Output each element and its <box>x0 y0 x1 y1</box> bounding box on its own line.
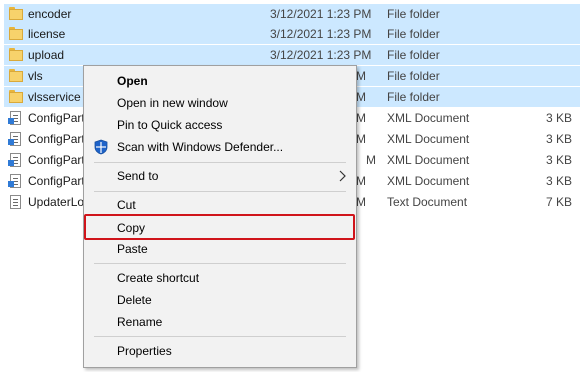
text-document-icon <box>10 195 21 209</box>
menu-item-label: Pin to Quick access <box>117 118 223 132</box>
file-type: XML Document <box>387 111 470 125</box>
xml-document-icon <box>8 111 21 125</box>
xml-document-icon <box>8 174 21 188</box>
menu-separator <box>94 191 346 192</box>
file-name: ConfigPart <box>28 111 85 125</box>
menu-item-cut[interactable]: Cut <box>84 194 356 216</box>
file-size: 3 KB <box>545 111 572 125</box>
file-type: File folder <box>387 90 440 104</box>
menu-separator <box>94 263 346 264</box>
file-date: M <box>356 69 366 83</box>
menu-item-label: Cut <box>117 198 136 212</box>
folder-icon <box>9 48 23 62</box>
file-name: license <box>28 27 66 41</box>
file-name: upload <box>28 48 65 62</box>
file-row-upload[interactable]: upload 3/12/2021 1:23 PM File folder <box>4 45 580 65</box>
file-name: ConfigPart <box>28 132 85 146</box>
file-type: File folder <box>387 48 440 62</box>
file-row-license[interactable]: license 3/12/2021 1:23 PM File folder <box>4 24 580 44</box>
file-name: ConfigPart <box>28 153 85 167</box>
menu-item-scan-defender[interactable]: Scan with Windows Defender... <box>84 136 356 158</box>
menu-item-label: Delete <box>117 293 152 307</box>
menu-item-label: Scan with Windows Defender... <box>117 140 284 154</box>
file-row-encoder[interactable]: encoder 3/12/2021 1:23 PM File folder <box>4 4 580 24</box>
menu-item-open[interactable]: Open <box>84 70 356 92</box>
file-name: encoder <box>28 7 72 21</box>
file-type: Text Document <box>387 195 468 209</box>
file-date: M <box>356 174 366 188</box>
file-name: ConfigPart <box>28 174 85 188</box>
menu-item-delete[interactable]: Delete <box>84 289 356 311</box>
menu-item-label: Open in new window <box>117 96 228 110</box>
file-date: M <box>356 132 366 146</box>
menu-separator <box>94 336 346 337</box>
menu-item-send-to[interactable]: Send to <box>84 165 356 187</box>
file-type: XML Document <box>387 174 470 188</box>
file-type: XML Document <box>387 153 470 167</box>
folder-icon <box>9 7 23 21</box>
menu-item-label: Send to <box>117 169 159 183</box>
menu-item-open-new-window[interactable]: Open in new window <box>84 92 356 114</box>
file-date: M <box>356 111 366 125</box>
folder-icon <box>9 27 23 41</box>
file-type: File folder <box>387 69 440 83</box>
file-size: 3 KB <box>545 132 572 146</box>
menu-item-create-shortcut[interactable]: Create shortcut <box>84 267 356 289</box>
menu-item-pin-quick-access[interactable]: Pin to Quick access <box>84 114 356 136</box>
menu-item-rename[interactable]: Rename <box>84 311 356 333</box>
file-name: vlsservice <box>28 90 81 104</box>
file-date: M <box>366 153 376 167</box>
file-date: 3/12/2021 1:23 PM <box>270 7 372 21</box>
chevron-right-icon <box>339 170 346 182</box>
folder-icon <box>9 69 23 83</box>
xml-document-icon <box>8 153 21 167</box>
file-date: M <box>356 195 366 209</box>
menu-separator <box>94 162 346 163</box>
menu-item-label: Paste <box>117 242 148 256</box>
file-size: 3 KB <box>545 153 572 167</box>
menu-item-label: Properties <box>117 344 172 358</box>
windows-defender-shield-icon <box>94 139 108 155</box>
file-date: M <box>356 90 366 104</box>
menu-item-label: Create shortcut <box>117 271 200 285</box>
menu-item-label: Rename <box>117 315 163 329</box>
file-date: 3/12/2021 1:23 PM <box>270 48 372 62</box>
xml-document-icon <box>8 132 21 146</box>
menu-item-properties[interactable]: Properties <box>84 340 356 362</box>
copy-highlight-annotation <box>84 214 355 240</box>
file-name: vls <box>28 69 43 83</box>
menu-item-paste[interactable]: Paste <box>84 238 356 260</box>
folder-icon <box>9 90 23 104</box>
file-type: File folder <box>387 27 440 41</box>
menu-item-label: Open <box>117 74 148 88</box>
file-size: 7 KB <box>545 195 572 209</box>
file-name: UpdaterLo <box>28 195 85 209</box>
file-type: XML Document <box>387 132 470 146</box>
file-type: File folder <box>387 7 440 21</box>
file-size: 3 KB <box>545 174 572 188</box>
file-date: 3/12/2021 1:23 PM <box>270 27 372 41</box>
